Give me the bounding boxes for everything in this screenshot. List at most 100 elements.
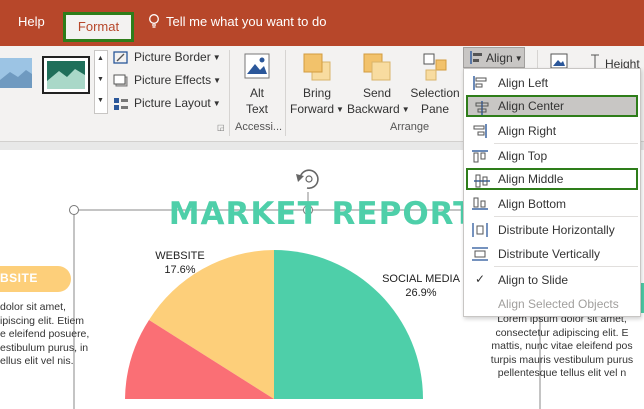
align-middle-icon: [474, 174, 490, 188]
rotate-handle-icon[interactable]: [296, 169, 319, 189]
tab-format[interactable]: Format: [63, 12, 134, 42]
social-percent: 26.9%: [405, 287, 437, 299]
picture-style-thumbnail-selected[interactable]: [42, 56, 90, 94]
ribbon-tab-bar: Help Format Tell me what you want to do: [0, 0, 644, 46]
align-button[interactable]: Align ▼: [463, 47, 525, 68]
align-top-icon: [472, 150, 488, 163]
menu-item-label: Align to Slide: [498, 273, 569, 287]
bring-forward-icon: [303, 53, 331, 81]
align-center-icon: [475, 101, 489, 115]
align-left-icon: [473, 76, 487, 90]
right-body-text: Lorem ipsum dolor sit amet, consectetur …: [480, 313, 644, 381]
menu-item-label: Align Center: [498, 99, 565, 113]
landscape-icon: [47, 69, 85, 89]
align-label: Align: [486, 51, 513, 65]
chevron-up-icon: ▲: [97, 55, 104, 62]
chevron-down-icon: ▼: [401, 105, 410, 114]
alt-text-icon: [244, 53, 270, 79]
bring-forward-button[interactable]: Bring Forward ▼: [290, 50, 344, 120]
website-data-label: WEBSITE 17.6%: [150, 249, 210, 277]
gallery-scroll[interactable]: ▲ ▼ ▼: [94, 50, 108, 114]
pencil-border-icon: [113, 51, 128, 64]
group-separator: [229, 50, 230, 136]
selection-pane-label-1: Selection: [410, 86, 460, 100]
chevron-down-icon: ▼: [336, 105, 344, 114]
menu-item-label: Distribute Vertically: [498, 247, 601, 261]
menu-item-label: Align Left: [498, 76, 549, 90]
selection-pane-label-2: Pane: [420, 102, 450, 116]
group-separator: [285, 50, 286, 136]
landscape-icon: [0, 70, 32, 88]
menu-item-align-bottom[interactable]: Align Bottom: [466, 193, 638, 215]
menu-item-distribute-horizontally[interactable]: Distribute Horizontally: [466, 219, 638, 241]
right-text-line: mattis, nunc vitae eleifend pos: [491, 340, 633, 352]
right-text-line: turpis mauris vestibulum purus: [490, 353, 634, 366]
selection-pane-button[interactable]: Selection Pane: [410, 50, 460, 120]
left-text-line: dolor sit amet,: [0, 301, 66, 313]
menu-item-label: Align Top: [498, 149, 548, 163]
picture-border-label: Picture Border: [134, 50, 211, 64]
distribute-horizontally-icon: [472, 223, 488, 237]
menu-item-label: Align Middle: [498, 172, 564, 186]
bring-forward-label-1: Bring: [302, 86, 331, 100]
align-icon: [470, 51, 482, 64]
right-text-line: consectetur adipiscing elit. E: [495, 326, 629, 339]
menu-item-align-middle[interactable]: Align Middle: [466, 168, 638, 190]
align-right-icon: [473, 124, 487, 138]
menu-separator: [494, 216, 638, 217]
left-text-line: estibulum purus, in: [0, 341, 89, 354]
tell-me-search[interactable]: Tell me what you want to do: [148, 14, 326, 29]
menu-separator: [494, 143, 638, 144]
picture-effects-label: Picture Effects: [134, 73, 212, 87]
align-dropdown-menu: Align Left Align Center Align Right Alig…: [463, 68, 641, 317]
picture-effects-icon: [113, 74, 128, 87]
distribute-vertically-icon: [472, 247, 488, 261]
gallery-more-icon: ▼: [97, 97, 104, 104]
bring-forward-label-2: Forward: [290, 102, 335, 116]
picture-layout-icon: [114, 98, 128, 110]
menu-item-label: Align Right: [498, 124, 557, 138]
right-text-line: pellentesque tellus elit vel n: [497, 367, 627, 379]
selection-pane-icon: [423, 53, 447, 81]
website-percent: 17.6%: [164, 264, 196, 276]
checkmark-icon: ✓: [475, 272, 486, 286]
left-body-text: dolor sit amet, ipiscing elit. Etiem e e…: [0, 301, 89, 369]
menu-item-label: Align Selected Objects: [498, 297, 619, 311]
left-text-line: ellus elit vel nis.: [0, 355, 74, 367]
tell-me-label: Tell me what you want to do: [166, 14, 327, 29]
picture-layout-label: Picture Layout: [134, 96, 211, 110]
menu-item-distribute-vertically[interactable]: Distribute Vertically: [466, 243, 638, 265]
left-text-line: e eleifend posuere,: [0, 328, 90, 340]
menu-item-align-right[interactable]: Align Right: [466, 120, 638, 142]
menu-item-align-selected-objects: Align Selected Objects: [466, 293, 638, 315]
send-backward-label-2: Backward: [347, 102, 400, 116]
accessibility-group-label: Accessi...: [235, 121, 283, 133]
menu-item-label: Align Bottom: [498, 197, 567, 211]
menu-separator: [494, 266, 638, 267]
menu-item-align-top[interactable]: Align Top: [466, 145, 638, 167]
align-bottom-icon: [472, 197, 488, 210]
arrange-group-label: Arrange: [390, 121, 430, 133]
alt-text-label-2: Text: [245, 102, 268, 116]
menu-item-align-left[interactable]: Align Left: [466, 72, 638, 94]
alt-text-label-1: Alt: [249, 86, 264, 100]
menu-item-align-center[interactable]: Align Center: [466, 95, 638, 117]
dialog-launcher-icon[interactable]: ◲: [217, 123, 225, 132]
slide-title[interactable]: MARKET REPORT: [169, 196, 476, 232]
social-label: SOCIAL MEDIA: [382, 273, 460, 285]
alt-text-button[interactable]: Alt Text: [236, 50, 278, 120]
left-text-line: ipiscing elit. Etiem: [0, 314, 85, 327]
chevron-down-icon: ▼: [514, 54, 523, 63]
menu-item-label: Distribute Horizontally: [498, 223, 615, 237]
badge-text: BSITE: [0, 271, 38, 285]
chevron-down-icon: ▼: [97, 76, 104, 83]
send-backward-icon: [363, 53, 391, 81]
lightbulb-icon: [149, 14, 159, 28]
website-label: WEBSITE: [155, 250, 205, 262]
send-backward-label-1: Send: [362, 86, 392, 100]
send-backward-button[interactable]: Send Backward ▼: [347, 50, 410, 120]
social-data-label: SOCIAL MEDIA 26.9%: [378, 272, 464, 300]
picture-style-thumbnail[interactable]: [0, 58, 32, 88]
tab-help[interactable]: Help: [18, 14, 45, 29]
menu-item-align-to-slide[interactable]: ✓ Align to Slide: [466, 269, 638, 291]
